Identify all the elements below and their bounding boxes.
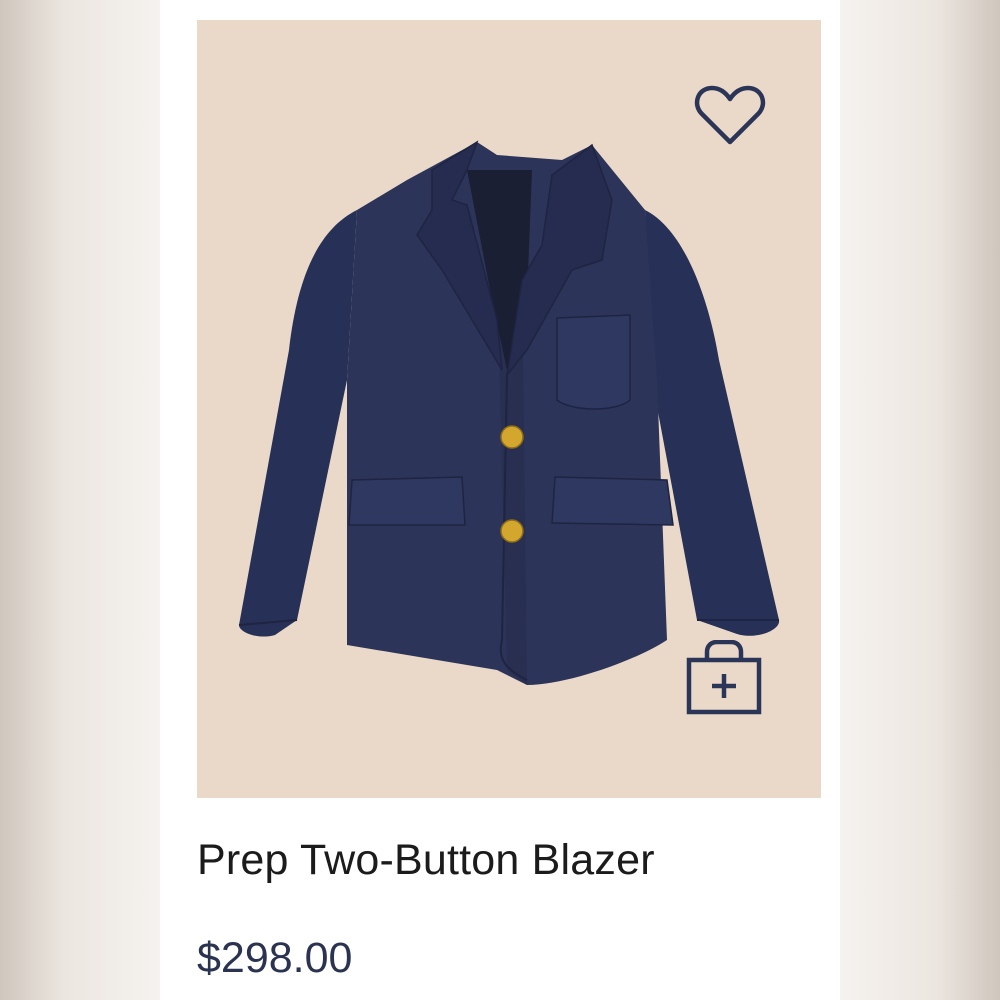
blurred-background-right xyxy=(840,0,1000,1000)
blurred-background-left xyxy=(0,0,160,1000)
product-image-panel[interactable] xyxy=(197,20,821,798)
product-price: $298.00 xyxy=(197,934,353,982)
add-to-bag-button[interactable] xyxy=(685,639,765,720)
wishlist-button[interactable] xyxy=(694,84,766,148)
heart-outline-icon xyxy=(694,85,766,145)
shopping-bag-plus-icon xyxy=(686,639,762,715)
product-card[interactable]: Prep Two-Button Blazer $298.00 xyxy=(160,0,840,1000)
product-title[interactable]: Prep Two-Button Blazer xyxy=(197,836,655,885)
